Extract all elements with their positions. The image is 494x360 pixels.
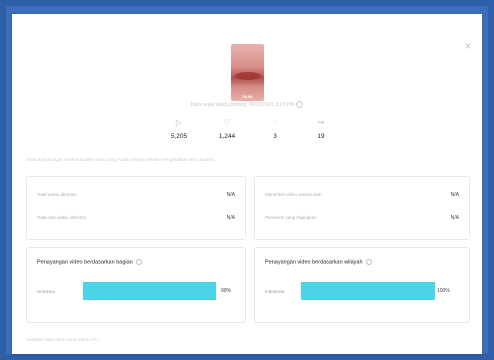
metric-label: Total waktu ditonton xyxy=(37,192,77,197)
metric-value: N/A xyxy=(450,192,459,198)
info-icon[interactable] xyxy=(366,259,373,265)
stat-comments: ◌ 3 xyxy=(255,118,295,140)
stat-views-value: 5,205 xyxy=(170,133,188,140)
video-thumbnail[interactable]: 28.9k xyxy=(231,44,264,101)
bar-label: Untukmu xyxy=(37,289,56,294)
stat-shares: ↪ 19 xyxy=(301,118,341,140)
views-by-region-title-text: Penayangan video berdasarkan wilayah xyxy=(265,259,363,266)
bar-percent: 99% xyxy=(221,288,232,294)
metric-label: Menonton video secara utuh xyxy=(265,192,322,197)
metric-label: Penonton yang Dijangkau xyxy=(265,215,317,220)
timezone-note: Tampilan data pada zona waktu UTC xyxy=(26,337,100,342)
stat-likes-value: 1,244 xyxy=(218,133,236,140)
thumbnail-image xyxy=(235,72,261,80)
heart-icon: ♡ xyxy=(223,118,231,127)
metric-value: N/A xyxy=(450,215,459,221)
metric-row: Total waktu ditonton N/A xyxy=(37,192,235,198)
analytics-note: Anda hanya dapat melihat analitik video … xyxy=(26,157,216,162)
views-by-section-card: Penayangan video berdasarkan bagian Untu… xyxy=(26,247,246,323)
info-icon[interactable] xyxy=(136,259,143,265)
metric-value: N/A xyxy=(226,215,235,221)
video-stats: ▷ 5,205 ♡ 1,244 ◌ 3 ↪ 19 xyxy=(159,118,339,148)
thumbnail-view-count: 28.9k xyxy=(242,94,253,99)
stat-likes: ♡ 1,244 xyxy=(207,118,247,140)
posted-date-text: Data sejak waktu posting: 09/15/2021 3:2… xyxy=(12,101,482,108)
close-icon[interactable]: × xyxy=(462,40,474,52)
metric-row: Menonton video secara utuh N/A xyxy=(265,192,459,198)
metric-row: Rata-rata waktu ditonton N/A xyxy=(37,215,235,221)
stat-views: ▷ 5,205 xyxy=(159,118,199,140)
metric-label: Rata-rata waktu ditonton xyxy=(37,215,87,220)
metric-value: N/A xyxy=(226,192,235,198)
views-bar-fill xyxy=(301,282,435,300)
stat-comments-value: 3 xyxy=(273,133,277,140)
views-bar-fill xyxy=(83,282,216,300)
views-by-region-title: Penayangan video berdasarkan wilayah xyxy=(265,259,373,266)
video-analytics-modal: × 28.9k Data sejak waktu posting: 09/15/… xyxy=(12,14,482,354)
share-icon: ↪ xyxy=(317,118,325,127)
views-by-region-card: Penayangan video berdasarkan wilayah Ind… xyxy=(254,247,470,323)
bar-label: Indonesia xyxy=(265,289,285,294)
metric-row: Penonton yang Dijangkau N/A xyxy=(265,215,459,221)
posted-date-label: Data sejak waktu posting: 09/15/2021 3:2… xyxy=(190,101,294,108)
play-icon: ▷ xyxy=(175,118,183,127)
bar-percent: 100% xyxy=(437,288,450,294)
metrics-card-left: Total waktu ditonton N/A Rata-rata waktu… xyxy=(26,176,246,240)
comment-icon: ◌ xyxy=(272,118,278,127)
views-by-section-title-text: Penayangan video berdasarkan bagian xyxy=(37,259,133,266)
views-by-section-title: Penayangan video berdasarkan bagian xyxy=(37,259,143,266)
metrics-card-right: Menonton video secara utuh N/A Penonton … xyxy=(254,176,470,240)
stat-shares-value: 19 xyxy=(317,133,325,140)
info-icon[interactable] xyxy=(296,101,304,108)
